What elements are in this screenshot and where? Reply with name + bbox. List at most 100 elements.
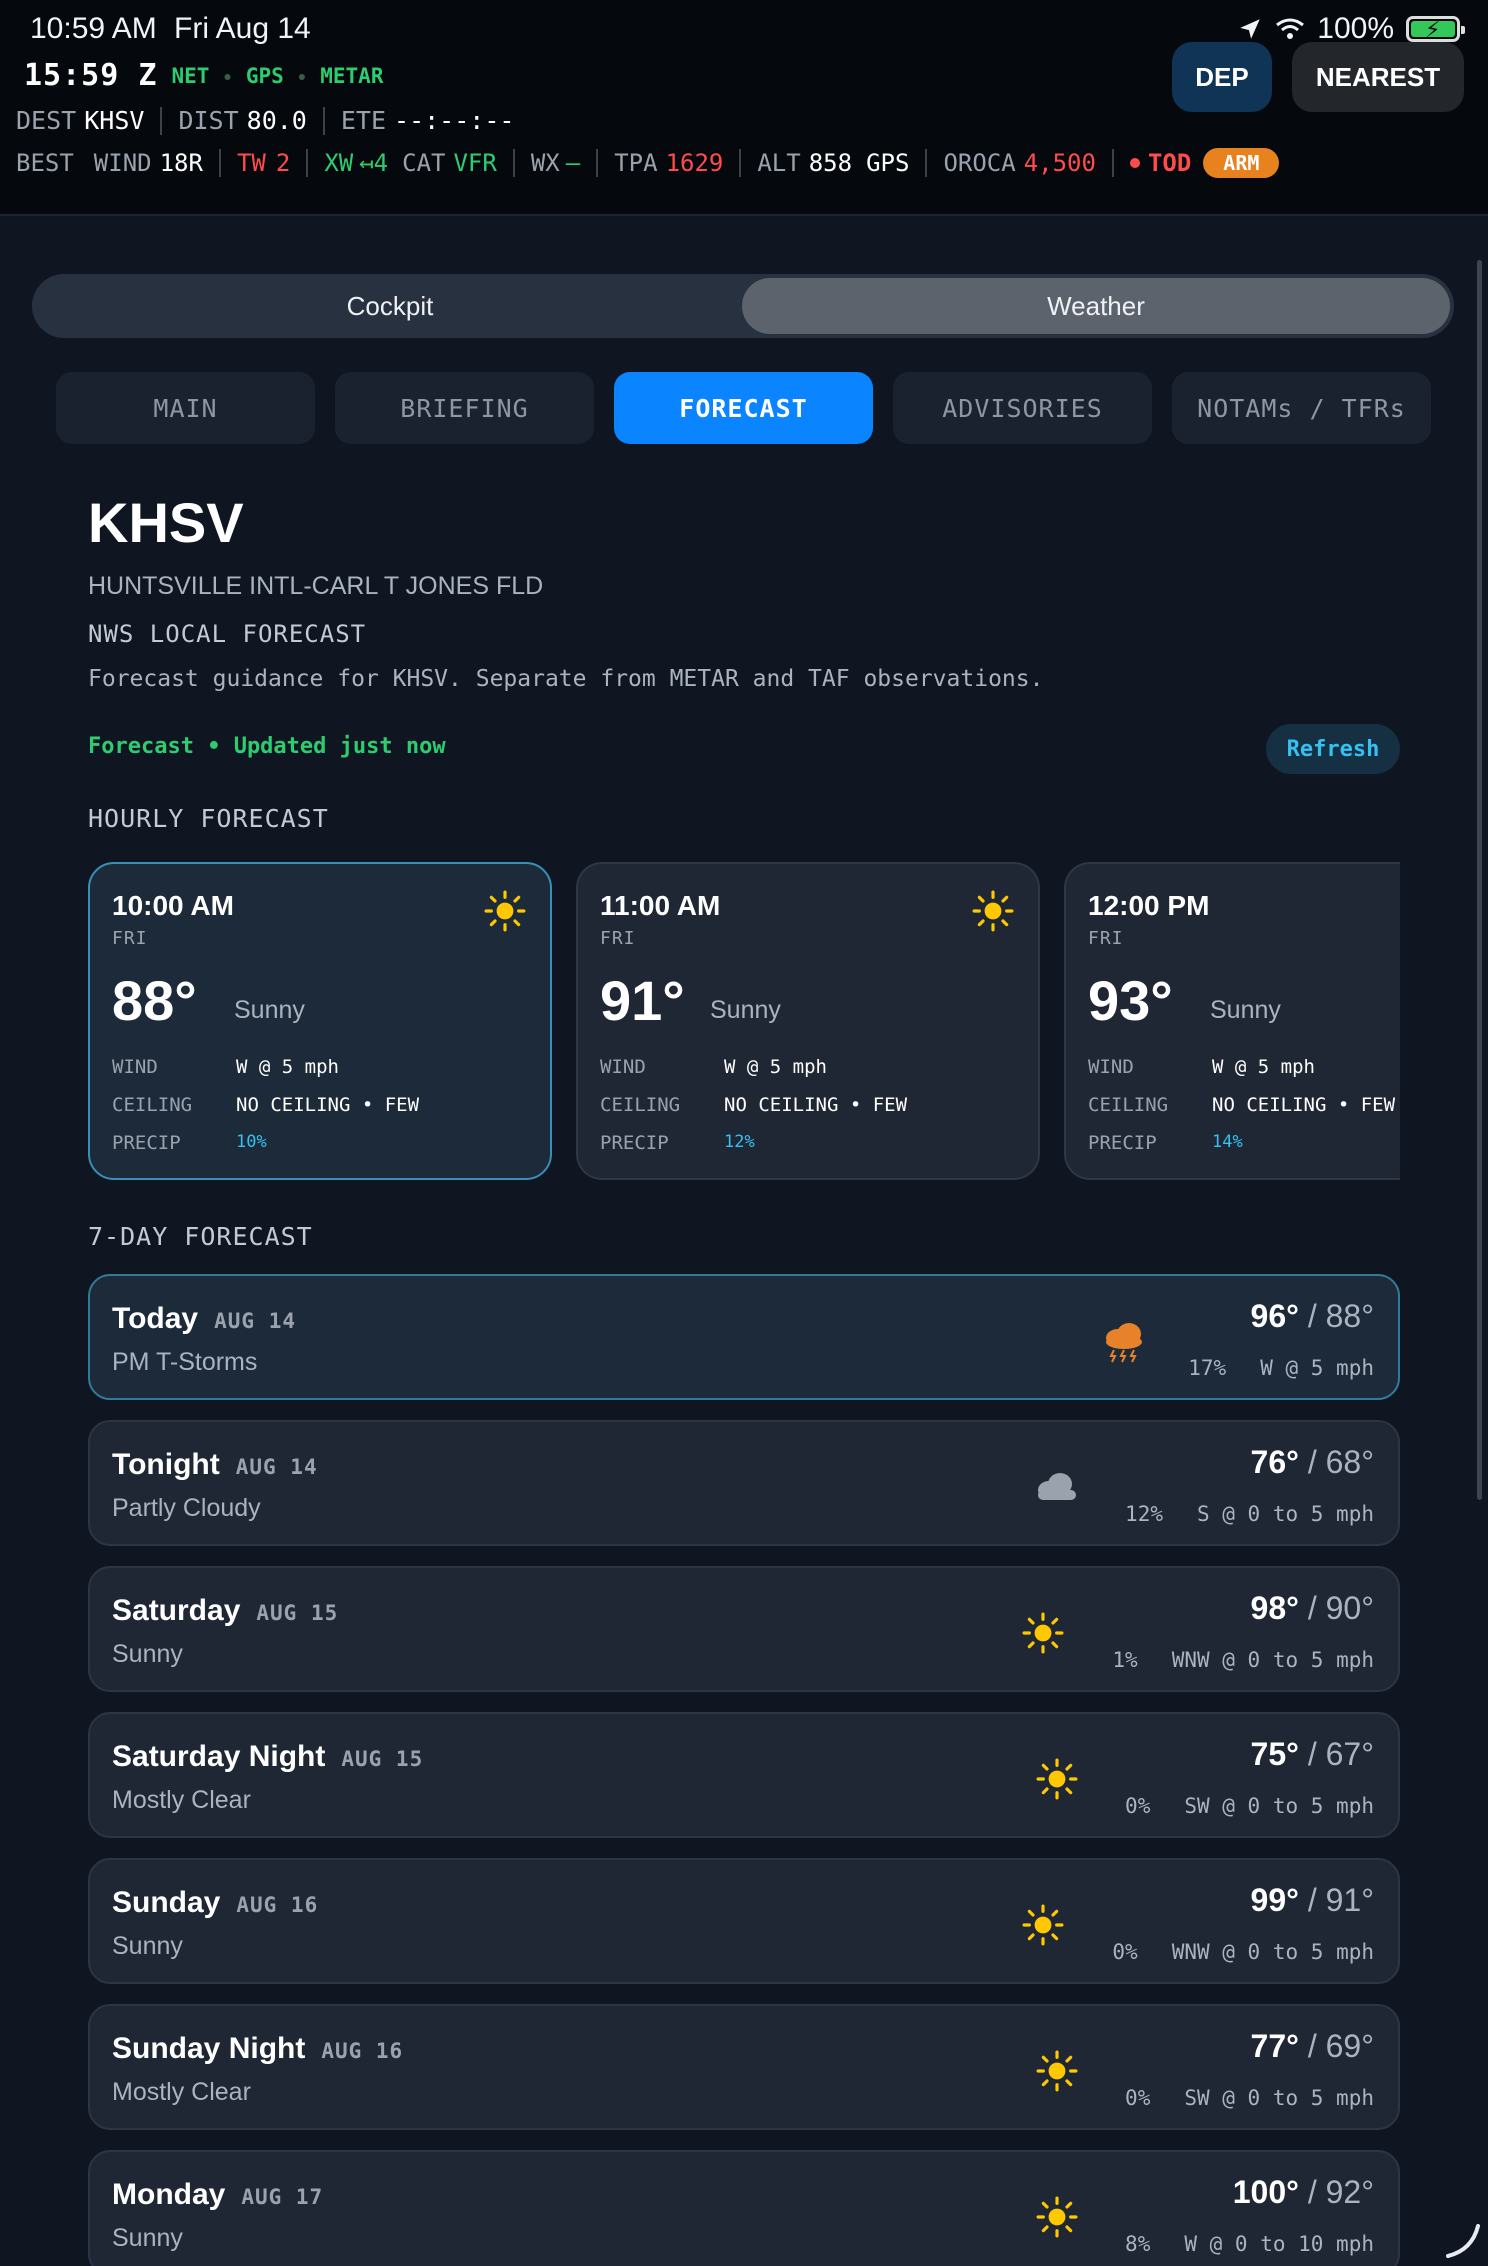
day-name: Monday AUG 17 (112, 2178, 323, 2212)
precip-label: PRECIP (112, 1132, 181, 1154)
daily-row-saturday[interactable]: Saturday AUG 15 Sunny 98° / 90° 1% WNW @ 0… (88, 1566, 1400, 1692)
daily-row-tonight[interactable]: Tonight AUG 14 Partly Cloudy 76° / 68° 12… (88, 1420, 1400, 1546)
hour-condition: Sunny (710, 996, 781, 1024)
sun-icon (484, 890, 526, 932)
day-high: 100° (1232, 2174, 1299, 2210)
status-right: 100% ⚡ (1237, 12, 1465, 46)
daily-row-saturday-night[interactable]: Saturday Night AUG 15 Mostly Clear 75° / … (88, 1712, 1400, 1838)
day-high: 98° (1250, 1590, 1299, 1626)
oroca-label: OROCA (943, 149, 1016, 177)
day-name-text: Saturday (112, 1594, 241, 1627)
alt-source: GPS (866, 149, 910, 177)
day-meta: 0% WNW @ 0 to 5 mph (1112, 1940, 1374, 1964)
route-row: DEST KHSV DIST 80.0 ETE --:--:-- (16, 106, 514, 135)
wind-label: WIND (600, 1056, 646, 1078)
hourly-card[interactable]: 11:00 AM FRI 91° Sunny WIND W @ 5 mph CEI… (576, 862, 1040, 1180)
dist-value: 80.0 (246, 106, 307, 135)
day-wind: W @ 0 to 10 mph (1184, 2232, 1374, 2256)
day-condition: Mostly Clear (112, 1786, 251, 1814)
dest-label: DEST (16, 106, 77, 135)
vertical-scrollbar[interactable] (1477, 260, 1482, 1500)
ceiling-label: CEILING (112, 1094, 193, 1116)
xw-label: XW (324, 149, 354, 177)
day-name: Today AUG 14 (112, 1302, 296, 1336)
dep-button[interactable]: DEP (1172, 42, 1272, 112)
cat-label: CAT (402, 149, 446, 177)
tab-forecast[interactable]: FORECAST (614, 372, 873, 444)
day-wind: S @ 0 to 5 mph (1196, 1502, 1374, 1526)
day-precip: 0% (1125, 2086, 1151, 2110)
segment-weather[interactable]: Weather (742, 278, 1450, 334)
day-temps: 77° / 69° (1251, 2028, 1374, 2065)
battery-charging-icon: ⚡ (1406, 16, 1465, 42)
hourly-forecast-title: HOURLY FORECAST (88, 804, 329, 833)
hourly-card[interactable]: 10:00 AM FRI 88° Sunny WIND W @ 5 mph CEI… (88, 862, 552, 1180)
divider (306, 149, 309, 177)
day-wind: SW @ 0 to 5 mph (1184, 2086, 1374, 2110)
daily-row-monday[interactable]: Monday AUG 17 Sunny 100° / 92° 8% W @ 0 to… (88, 2150, 1400, 2266)
day-temps: 98° / 90° (1251, 1590, 1374, 1627)
hourly-card[interactable]: 12:00 PM FRI 93° Sunny WIND W @ 5 mph CEI… (1064, 862, 1400, 1180)
day-date: AUG 14 (214, 1309, 296, 1333)
tab-notams-tfrs[interactable]: NOTAMs / TFRs (1172, 372, 1431, 444)
day-meta: 17% W @ 5 mph (1188, 1356, 1374, 1380)
tab-advisories[interactable]: ADVISORIES (893, 372, 1152, 444)
daily-row-today[interactable]: Today AUG 14 PM T-Storms 96° / 88° 17% W @… (88, 1274, 1400, 1400)
day-low: / 69° (1307, 2028, 1374, 2064)
resize-handle-icon[interactable] (1442, 2220, 1482, 2260)
day-high: 96° (1250, 1298, 1299, 1334)
day-low: / 91° (1307, 1882, 1374, 1918)
refresh-button[interactable]: Refresh (1266, 724, 1400, 774)
hour-ceiling: NO CEILING • FEW (724, 1094, 908, 1116)
day-name: Tonight AUG 14 (112, 1448, 318, 1482)
day-condition: Sunny (112, 2224, 183, 2252)
day-precip: 1% (1112, 1648, 1138, 1672)
day-wind: WNW @ 0 to 5 mph (1171, 1648, 1374, 1672)
hour-day: FRI (600, 928, 636, 949)
day-wind: SW @ 0 to 5 mph (1184, 1794, 1374, 1818)
hour-wind: W @ 5 mph (724, 1056, 827, 1078)
battery-percent: 100% (1317, 12, 1394, 45)
hour-ceiling: NO CEILING • FEW (1212, 1094, 1396, 1116)
nearest-button[interactable]: NEAREST (1292, 42, 1464, 112)
best-label: BEST (16, 149, 74, 177)
dest-value[interactable]: KHSV (84, 106, 144, 135)
wind-runway-value: 18R (159, 149, 203, 177)
tod-label: TOD (1147, 149, 1192, 177)
hour-time: 12:00 PM (1088, 890, 1210, 921)
hourly-forecast-strip[interactable]: 10:00 AM FRI 88° Sunny WIND W @ 5 mph CEI… (88, 862, 1400, 1180)
location-arrow-icon (1240, 19, 1261, 39)
source-gps: GPS (245, 63, 284, 88)
hour-precip-row: PRECIP 12% (600, 1132, 755, 1154)
day-name-text: Saturday Night (112, 1740, 326, 1773)
day-name-text: Tonight (112, 1448, 220, 1481)
forecast-guidance: Forecast guidance for KHSV. Separate fro… (88, 666, 1044, 692)
tab-briefing[interactable]: BRIEFING (335, 372, 594, 444)
hour-precip: 10% (236, 1132, 267, 1152)
day-date: AUG 15 (256, 1601, 339, 1625)
mode-segmented-control: Cockpit Weather (32, 274, 1454, 338)
day-precip: 0% (1125, 1794, 1151, 1818)
day-name-text: Sunday Night (112, 2032, 306, 2065)
day-condition: Mostly Clear (112, 2078, 251, 2106)
status-date: Fri Aug 14 (174, 12, 311, 45)
hour-precip-row: PRECIP 10% (112, 1132, 267, 1154)
segment-cockpit[interactable]: Cockpit (36, 278, 744, 334)
hour-ceiling-row: CEILING NO CEILING • FEW (600, 1094, 907, 1116)
arm-button[interactable]: ARM (1203, 148, 1280, 178)
precip-label: PRECIP (600, 1132, 669, 1154)
sun-icon (1022, 1612, 1064, 1654)
wx-label: WX (530, 149, 560, 177)
hour-time: 11:00 AM (600, 890, 721, 921)
divider (1111, 149, 1114, 177)
day-low: / 92° (1307, 2174, 1374, 2210)
day-condition: Partly Cloudy (112, 1494, 261, 1522)
sun-icon (1022, 1904, 1064, 1946)
daily-row-sunday[interactable]: Sunday AUG 16 Sunny 99° / 91° 0% WNW @ 0 t… (88, 1858, 1400, 1984)
daily-row-sunday-night[interactable]: Sunday Night AUG 16 Mostly Clear 77° / 69… (88, 2004, 1400, 2130)
tab-main[interactable]: MAIN (56, 372, 315, 444)
day-meta: 8% W @ 0 to 10 mph (1125, 2232, 1374, 2256)
tw-label: TW (236, 149, 266, 177)
day-precip: 12% (1125, 1502, 1163, 1526)
day-low: / 88° (1307, 1298, 1374, 1334)
